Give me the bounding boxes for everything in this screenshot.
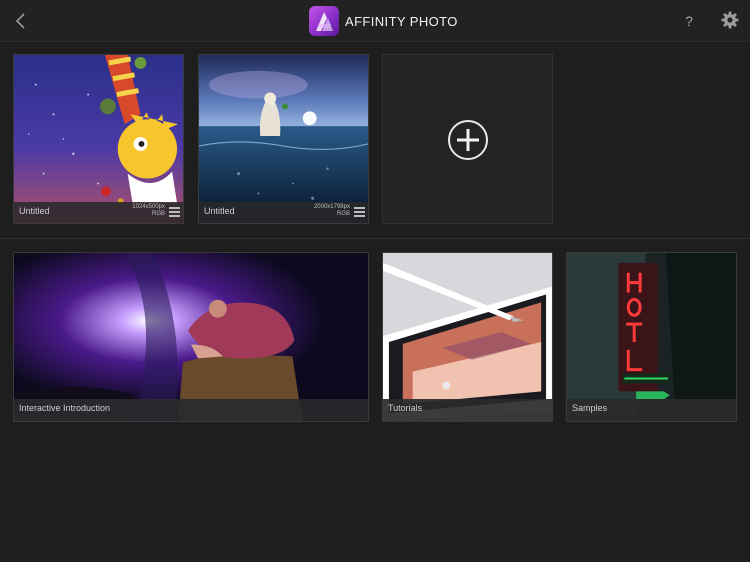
plus-circle-icon <box>448 120 488 160</box>
tutorials-card[interactable]: Tutorials <box>382 252 553 422</box>
document-name: Untitled <box>19 206 50 216</box>
document-caption: Untitled 1024x500px RGB <box>14 202 183 223</box>
gear-icon[interactable] <box>720 10 740 30</box>
brand: AFFINITY PHOTO <box>309 6 458 36</box>
resource-caption: Interactive Introduction <box>14 399 368 421</box>
resource-label: Tutorials <box>388 403 423 413</box>
samples-thumbnail <box>567 253 736 421</box>
resource-caption: Tutorials <box>383 399 552 421</box>
document-dimensions: 1024x500px <box>132 204 165 210</box>
document-card[interactable]: Untitled 2000x1798px RGB <box>198 54 369 224</box>
document-color-mode: RGB <box>151 211 165 217</box>
top-bar: AFFINITY PHOTO ? <box>0 0 750 42</box>
app-title: AFFINITY PHOTO <box>345 13 458 29</box>
new-document-button[interactable] <box>382 54 553 224</box>
document-name: Untitled <box>204 206 235 216</box>
section-divider <box>0 238 750 239</box>
document-menu-icon[interactable] <box>169 207 180 217</box>
tutorials-thumbnail <box>383 253 552 421</box>
resource-label: Interactive Introduction <box>19 403 111 413</box>
document-dimensions: 2000x1798px <box>313 204 350 210</box>
interactive-introduction-card[interactable]: Interactive Introduction <box>13 252 369 422</box>
document-meta: 1024x500px RGB <box>132 204 165 218</box>
chevron-left-icon[interactable] <box>12 10 30 32</box>
document-caption: Untitled 2000x1798px RGB <box>199 202 368 223</box>
document-meta: 2000x1798px RGB <box>314 204 350 218</box>
document-menu-icon[interactable] <box>354 207 365 217</box>
resource-label: Samples <box>572 403 608 413</box>
document-card[interactable]: Untitled 1024x500px RGB <box>13 54 184 224</box>
introduction-thumbnail <box>14 253 368 421</box>
samples-card[interactable]: Samples <box>566 252 737 422</box>
document-color-mode: RGB <box>336 211 350 217</box>
document-thumbnail <box>14 55 183 223</box>
affinity-photo-logo-icon <box>309 6 339 36</box>
document-thumbnail <box>199 55 368 223</box>
resource-caption: Samples <box>567 399 736 421</box>
help-button[interactable]: ? <box>682 11 696 31</box>
